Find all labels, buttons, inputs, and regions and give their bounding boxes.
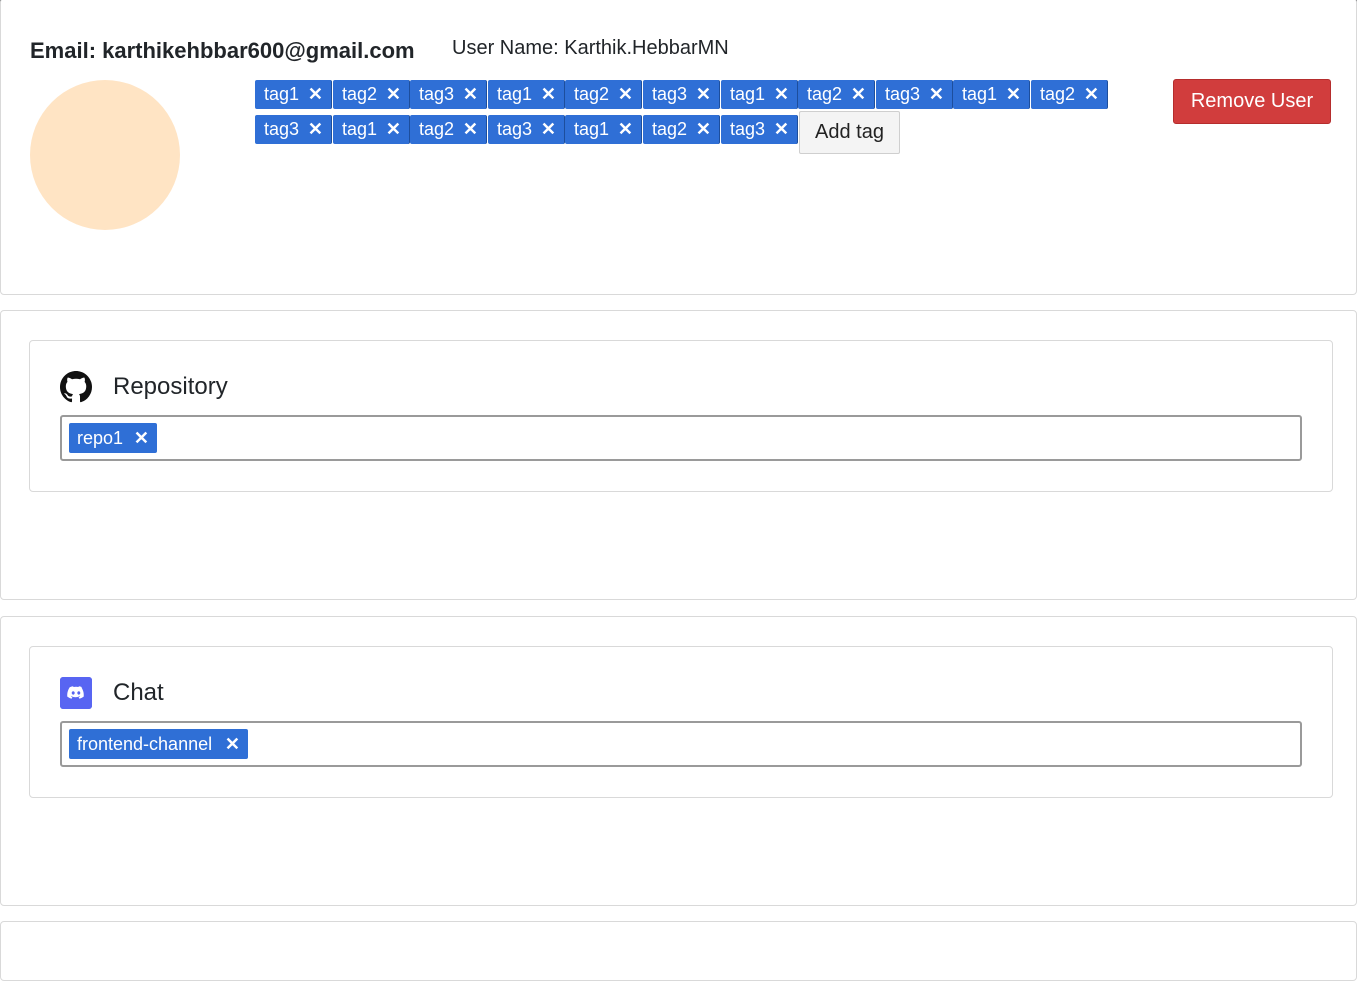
- repo-chip: repo1 ✕: [69, 423, 157, 453]
- chat-chip-label: frontend-channel: [77, 734, 213, 754]
- tag-chip: tag3 ✕: [410, 80, 487, 109]
- tag-label: tag3: [885, 84, 921, 104]
- tag-label: tag3: [730, 119, 766, 139]
- chat-title: Chat: [113, 679, 164, 706]
- remove-tag-icon[interactable]: ✕: [774, 115, 789, 144]
- remove-tag-icon[interactable]: ✕: [929, 80, 944, 109]
- tag-label: tag2: [807, 84, 843, 104]
- chat-chip: frontend-channel ✕: [69, 729, 248, 759]
- tag-chip: tag2 ✕: [798, 80, 875, 109]
- tag-chip: tag3 ✕: [255, 115, 332, 144]
- remove-tag-icon[interactable]: ✕: [851, 80, 866, 109]
- tag-chip: tag1 ✕: [488, 80, 565, 109]
- remove-tag-icon[interactable]: ✕: [463, 115, 478, 144]
- remove-tag-icon[interactable]: ✕: [618, 80, 633, 109]
- tag-chip: tag2 ✕: [565, 80, 642, 109]
- remove-user-button[interactable]: Remove User: [1173, 79, 1331, 124]
- tag-chip: tag2 ✕: [643, 115, 720, 144]
- tag-chip: tag1 ✕: [333, 115, 410, 144]
- tag-label: tag2: [1040, 84, 1076, 104]
- tag-label: tag1: [342, 119, 378, 139]
- user-name: User Name: Karthik.HebbarMN: [452, 37, 729, 59]
- tag-label: tag3: [652, 84, 688, 104]
- remove-tag-icon[interactable]: ✕: [308, 115, 323, 144]
- add-tag-button[interactable]: Add tag: [799, 111, 900, 154]
- remove-tag-icon[interactable]: ✕: [463, 80, 478, 109]
- discord-icon: [60, 677, 92, 709]
- chat-input[interactable]: frontend-channel ✕: [60, 721, 1302, 767]
- remove-tag-icon[interactable]: ✕: [541, 80, 556, 109]
- remove-tag-icon[interactable]: ✕: [386, 80, 401, 109]
- tag-label: tag2: [342, 84, 378, 104]
- user-email: Email: karthikehbbar600@gmail.com: [30, 38, 415, 63]
- tag-label: tag3: [264, 119, 300, 139]
- chat-panel: Chat frontend-channel ✕: [29, 646, 1333, 798]
- tag-label: tag2: [574, 84, 610, 104]
- remove-tag-icon[interactable]: ✕: [696, 80, 711, 109]
- tag-label: tag1: [730, 84, 766, 104]
- tag-chip: tag3 ✕: [721, 115, 798, 144]
- remove-tag-icon[interactable]: ✕: [1006, 80, 1021, 109]
- remove-tag-icon[interactable]: ✕: [774, 80, 789, 109]
- remove-repo-icon[interactable]: ✕: [134, 423, 149, 453]
- repository-panel: Repository repo1 ✕: [29, 340, 1333, 492]
- avatar: [30, 80, 180, 230]
- remove-tag-icon[interactable]: ✕: [1084, 80, 1099, 109]
- repo-chip-label: repo1: [77, 428, 124, 448]
- next-card: [0, 921, 1357, 981]
- tag-chip: tag2 ✕: [333, 80, 410, 109]
- remove-tag-icon[interactable]: ✕: [386, 115, 401, 144]
- tag-label: tag2: [419, 119, 455, 139]
- tag-label: tag1: [574, 119, 610, 139]
- remove-tag-icon[interactable]: ✕: [541, 115, 556, 144]
- repository-input[interactable]: repo1 ✕: [60, 415, 1302, 461]
- tag-label: tag2: [652, 119, 688, 139]
- github-icon: [60, 371, 92, 403]
- tag-label: tag1: [497, 84, 533, 104]
- tag-chip: tag3 ✕: [488, 115, 565, 144]
- tag-chip: tag3 ✕: [643, 80, 720, 109]
- tag-label: tag1: [264, 84, 300, 104]
- tag-chip: tag2 ✕: [410, 115, 487, 144]
- repository-title: Repository: [113, 373, 228, 400]
- remove-tag-icon[interactable]: ✕: [308, 80, 323, 109]
- tag-chip: tag1 ✕: [721, 80, 798, 109]
- tag-chip: tag1 ✕: [255, 80, 332, 109]
- remove-tag-icon[interactable]: ✕: [618, 115, 633, 144]
- tag-label: tag3: [497, 119, 533, 139]
- tag-label: tag3: [419, 84, 455, 104]
- tag-chip: tag1 ✕: [565, 115, 642, 144]
- tag-label: tag1: [962, 84, 998, 104]
- remove-chat-icon[interactable]: ✕: [225, 729, 240, 759]
- tag-chip: tag2 ✕: [1031, 80, 1108, 109]
- tag-chip: tag1 ✕: [953, 80, 1030, 109]
- remove-tag-icon[interactable]: ✕: [696, 115, 711, 144]
- tag-chip: tag3 ✕: [876, 80, 953, 109]
